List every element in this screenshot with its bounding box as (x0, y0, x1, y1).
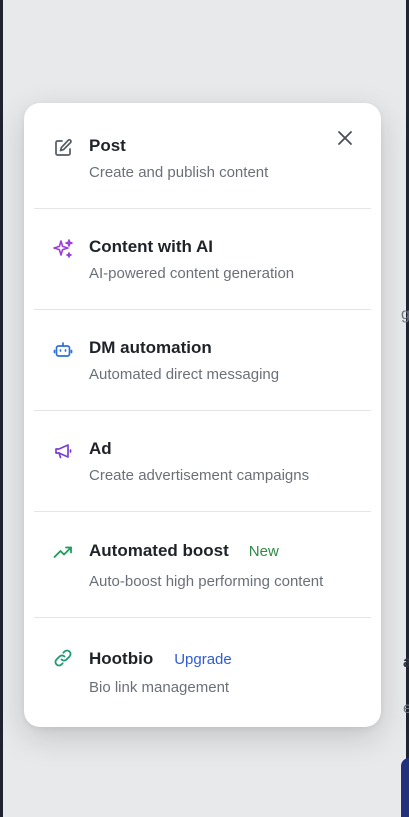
divider (34, 309, 371, 310)
background-edge-left (0, 0, 3, 817)
robot-icon (52, 339, 74, 361)
menu-item-hootbio[interactable]: Hootbio Upgrade Bio link management (34, 638, 371, 716)
divider (34, 511, 371, 512)
background-text-fragment: g (401, 306, 409, 323)
background-text-fragment: e (403, 700, 409, 717)
link-icon (52, 647, 74, 669)
menu-item-description: Create and publish content (89, 164, 269, 181)
divider (34, 410, 371, 411)
new-badge: New (248, 542, 279, 560)
edit-icon (52, 137, 74, 159)
divider (34, 617, 371, 618)
background-text-fragment: a (403, 654, 409, 671)
trending-up-icon (52, 541, 74, 563)
background-blue-panel (401, 758, 409, 817)
divider (34, 208, 371, 209)
menu-item-title: Content with AI (89, 237, 214, 256)
menu-item-title: Automated boost (89, 541, 229, 560)
menu-item-description: Bio link management (89, 679, 230, 696)
menu-item-description: AI-powered content generation (89, 265, 295, 282)
menu-item-description: Create advertisement campaigns (89, 467, 310, 484)
megaphone-icon (52, 440, 74, 462)
menu-item-automated-boost[interactable]: Automated boost New Auto-boost high perf… (34, 532, 371, 616)
menu-item-ad[interactable]: Ad Create advertisement campaigns (34, 430, 371, 508)
menu-item-title: Post (89, 136, 126, 155)
menu-item-description: Automated direct messaging (89, 366, 280, 383)
menu-item-content-ai[interactable]: Content with AI AI-powered content gener… (34, 228, 371, 306)
menu-item-title: Ad (89, 439, 112, 458)
menu-item-post[interactable]: Post Create and publish content (34, 127, 371, 205)
create-menu: Post Create and publish content Content … (24, 103, 381, 727)
menu-item-title: DM automation (89, 338, 212, 357)
menu-item-description: Auto-boost high performing content (89, 573, 324, 590)
upgrade-link[interactable]: Upgrade (174, 651, 232, 668)
sparkles-icon (52, 238, 74, 260)
menu-item-dm-automation[interactable]: DM automation Automated direct messaging (34, 329, 371, 407)
menu-item-title: Hootbio (89, 649, 154, 668)
